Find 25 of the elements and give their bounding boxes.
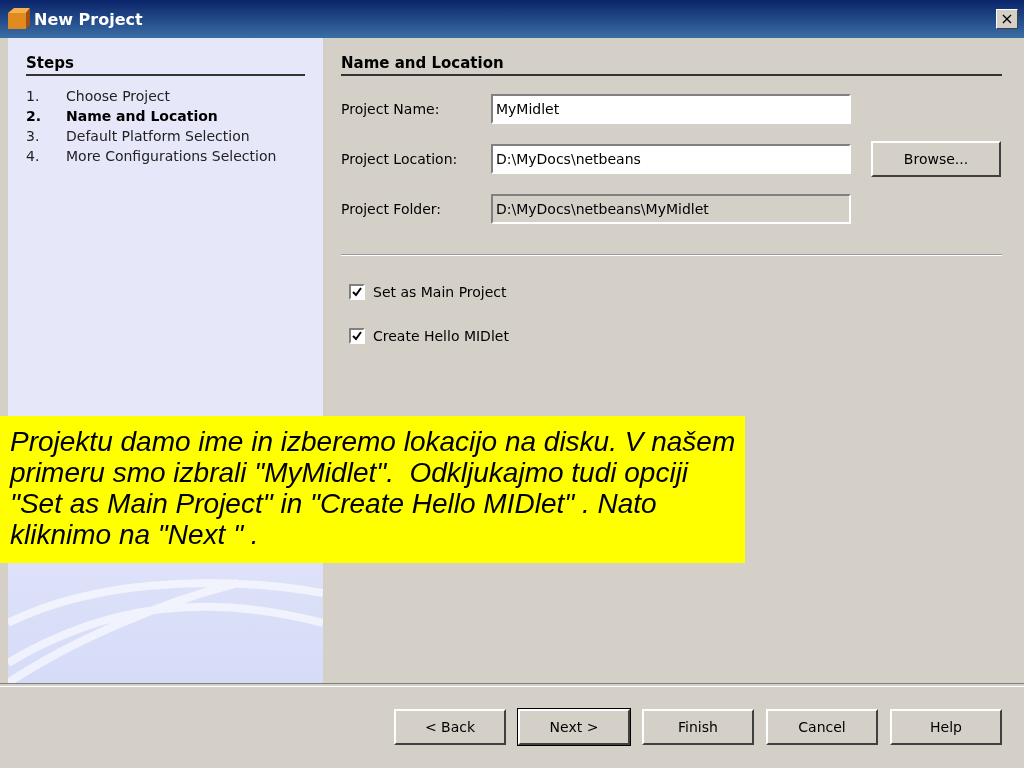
step-item: 4. More Configurations Selection [26,148,278,164]
step-item: 3. Default Platform Selection [26,128,251,144]
field-label: Project Folder: [341,201,443,217]
window-title: New Project [34,9,143,29]
wizard-button[interactable]: Finish [642,709,754,745]
checkbox[interactable] [349,328,365,344]
box-icon [6,7,30,31]
wizard-button[interactable]: < Back [394,709,506,745]
wizard-button[interactable]: Help [890,709,1002,745]
text-field[interactable]: MyMidlet [491,94,851,124]
step-item: 1. Choose Project [26,88,172,104]
step-item: 2. Name and Location [26,108,219,124]
checkbox-label: Set as Main Project [373,284,507,300]
wizard-button[interactable]: Cancel [766,709,878,745]
checkbox[interactable] [349,284,365,300]
close-button[interactable]: × [996,9,1018,29]
browse-button[interactable]: Browse... [871,141,1001,177]
text-field[interactable]: D:\MyDocs\netbeans [491,144,851,174]
field-label: Project Location: [341,151,459,167]
checkbox-label: Create Hello MIDlet [373,328,509,344]
section-heading: Name and Location [341,54,1002,76]
wizard-button[interactable]: Next > [518,709,630,745]
callout-note: Projektu damo ime in izberemo lokacijo na disku. V našem primeru smo izbrali "MyMidlet". Odkljukajmo tudi opciji "Set as Main Project" in "Create Hello MIDlet" . Nato kliknimo na "Next " . [0,416,745,563]
field-label: Project Name: [341,101,441,117]
steps-heading: Steps [26,54,305,76]
